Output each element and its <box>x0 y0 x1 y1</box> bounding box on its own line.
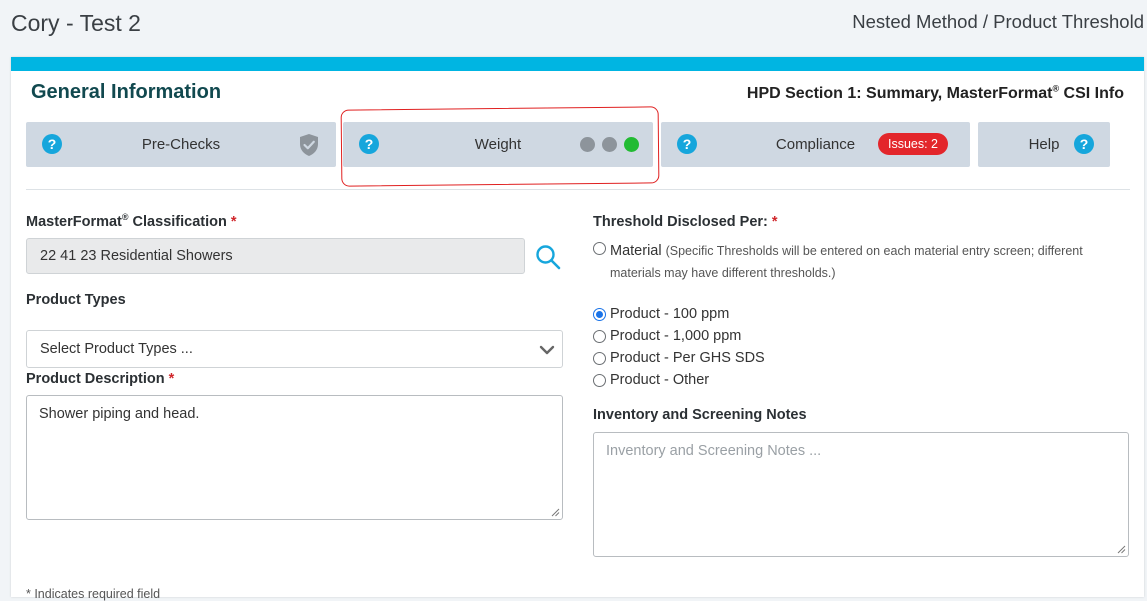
product-description-label: Product Description * <box>26 371 175 387</box>
radio-option-product-100ppm[interactable]: Product - 100 ppm <box>593 306 729 322</box>
radio-button[interactable] <box>593 330 606 343</box>
tab-weight[interactable]: ? Weight <box>343 122 653 167</box>
search-icon[interactable] <box>534 243 562 271</box>
divider <box>26 189 1130 190</box>
radio-option-material[interactable]: Material (Specific Thresholds will be en… <box>593 240 1113 284</box>
masterformat-label: MasterFormat® Classification * <box>26 212 237 230</box>
radio-option-product-ghs-sds[interactable]: Product - Per GHS SDS <box>593 350 765 366</box>
shield-check-icon <box>300 134 318 156</box>
progress-dots <box>580 137 639 152</box>
general-information-panel: General Information HPD Section 1: Summa… <box>11 57 1144 601</box>
chevron-down-icon <box>539 345 555 355</box>
issues-badge: Issues: 2 <box>877 133 948 155</box>
radio-option-product-other[interactable]: Product - Other <box>593 372 709 388</box>
threshold-label: Threshold Disclosed Per: * <box>593 214 778 230</box>
masterformat-field[interactable]: 22 41 23 Residential Showers <box>26 238 525 274</box>
status-dot-green <box>624 137 639 152</box>
radio-button[interactable] <box>593 242 606 255</box>
product-types-label: Product Types <box>26 292 126 308</box>
radio-button[interactable] <box>593 374 606 387</box>
radio-button-selected[interactable] <box>593 308 606 321</box>
tab-label: Pre-Checks <box>141 136 221 153</box>
required-footnote: * Indicates required field <box>26 587 161 601</box>
section-subtitle: HPD Section 1: Summary, MasterFormat® CS… <box>746 83 1124 102</box>
notes-textarea[interactable]: Inventory and Screening Notes ... <box>593 432 1129 557</box>
radio-option-product-1000ppm[interactable]: Product - 1,000 ppm <box>593 328 741 344</box>
resize-grip-icon[interactable] <box>551 508 560 517</box>
page-title: Cory - Test 2 <box>11 10 141 36</box>
notes-label: Inventory and Screening Notes <box>593 407 807 423</box>
tab-compliance[interactable]: ? Compliance Issues: 2 <box>661 122 970 167</box>
breadcrumb[interactable]: Nested Method / Product Threshold <box>852 11 1144 33</box>
resize-grip-icon[interactable] <box>1117 545 1126 554</box>
product-types-select[interactable]: Select Product Types ... <box>26 330 563 368</box>
status-dot-gray <box>580 137 595 152</box>
section-title: General Information <box>31 81 222 103</box>
status-dot-gray <box>602 137 617 152</box>
step-tabs: ? Pre-Checks ? Weight ? Compliance Issue… <box>26 122 1130 168</box>
product-description-textarea[interactable]: Shower piping and head. <box>26 395 563 520</box>
top-bar: Cory - Test 2 Nested Method / Product Th… <box>0 0 1147 50</box>
radio-button[interactable] <box>593 352 606 365</box>
help-icon[interactable]: ? <box>1074 134 1094 154</box>
tab-help[interactable]: Help ? <box>978 122 1110 167</box>
tab-pre-checks[interactable]: ? Pre-Checks <box>26 122 336 167</box>
